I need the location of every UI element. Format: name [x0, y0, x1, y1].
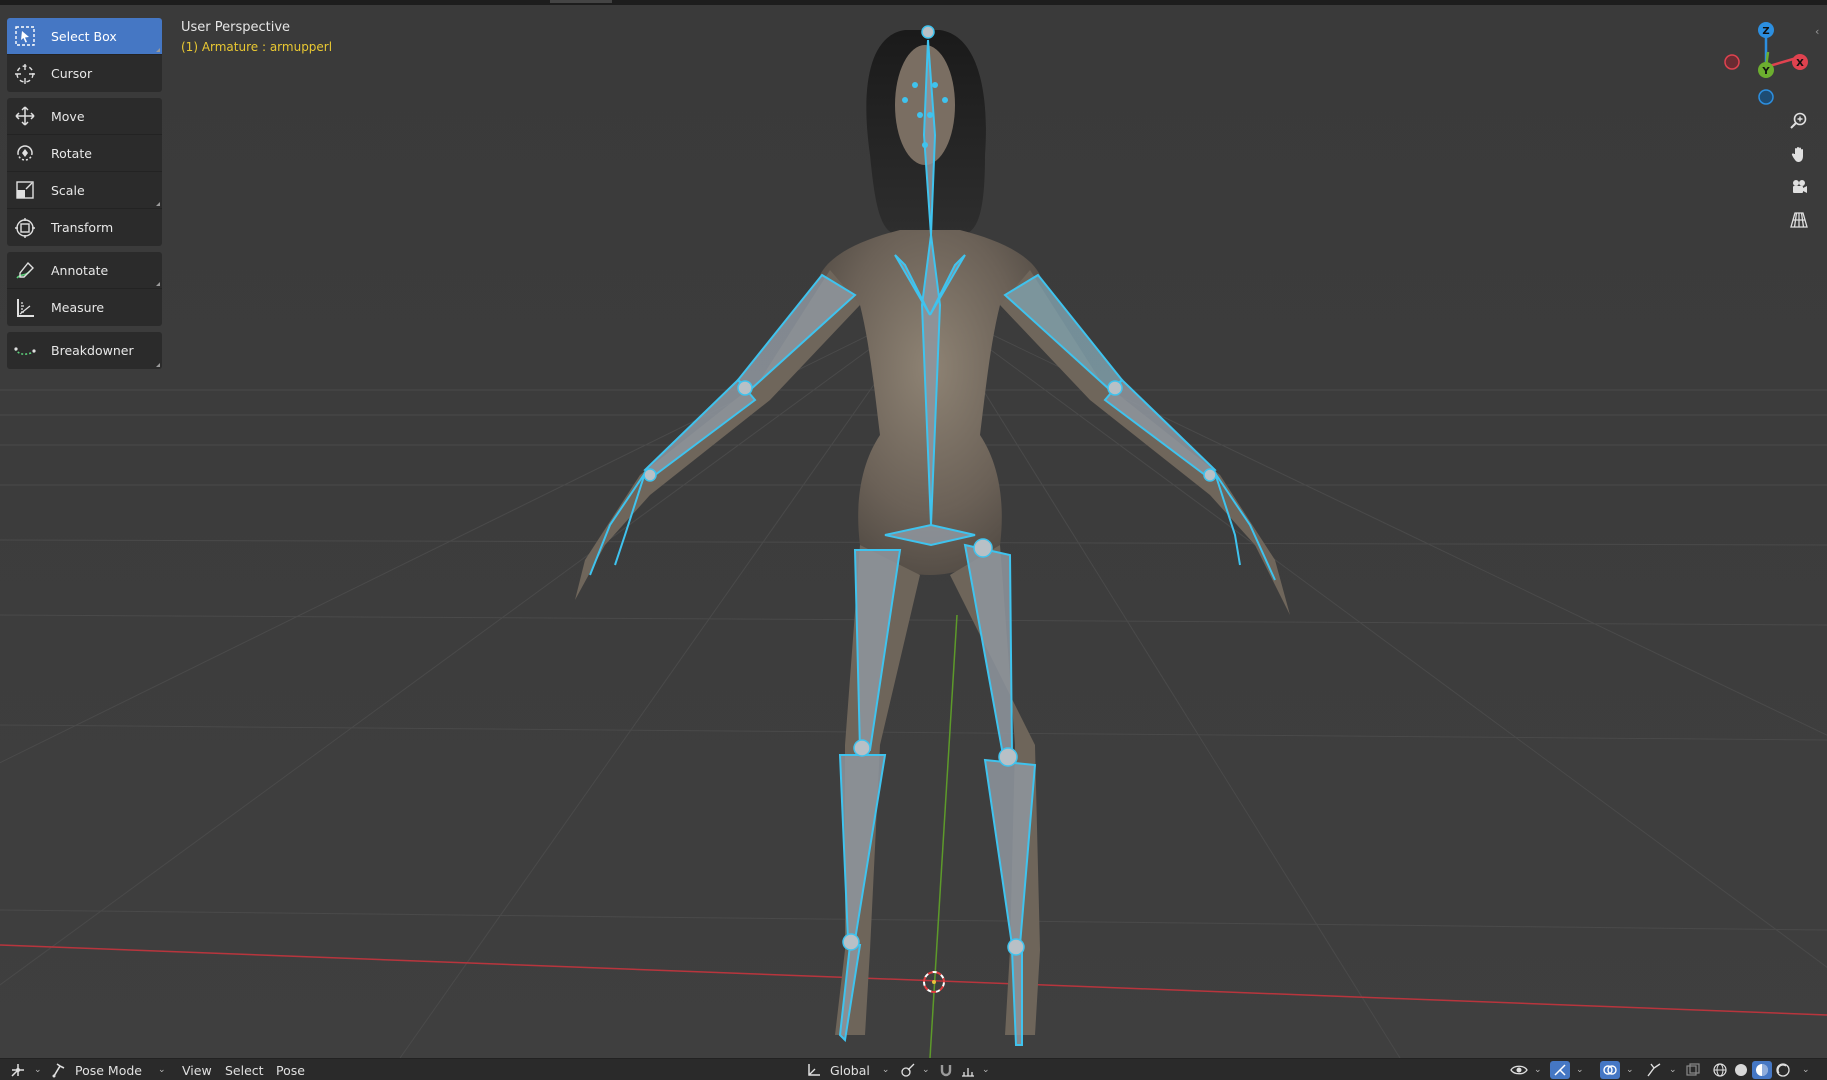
shading-rendered[interactable] [1775, 1059, 1791, 1080]
tool-label: Cursor [51, 66, 93, 81]
scene-canvas[interactable] [0, 5, 1827, 1058]
chevron-down-icon: ⌄ [922, 1065, 930, 1075]
overlays-icon [1603, 1065, 1617, 1075]
transform-orientation-selector[interactable]: Global ⌄ [806, 1059, 889, 1080]
3d-viewport[interactable]: User Perspective (1) Armature : armupper… [0, 5, 1827, 1058]
tool-scale[interactable]: Scale [7, 172, 162, 209]
select-box-icon [7, 18, 43, 55]
chevron-down-icon: ⌄ [1802, 1065, 1810, 1075]
chevron-down-icon: ⌄ [982, 1065, 990, 1075]
menu-view[interactable]: View [182, 1059, 212, 1080]
grid-perspective-icon [1790, 212, 1808, 228]
overlays-toggle[interactable]: ⌄ [1600, 1059, 1634, 1080]
chevron-down-icon: ⌄ [1534, 1065, 1542, 1075]
tool-select-box[interactable]: Select Box [7, 18, 162, 55]
svg-text:X: X [1796, 58, 1804, 69]
viewport-title: User Perspective [181, 20, 291, 35]
tool-rotate[interactable]: Rotate [7, 135, 162, 172]
chevron-down-icon: ⌄ [881, 1065, 890, 1075]
pan-button[interactable] [1785, 140, 1813, 168]
breakdowner-icon [7, 332, 43, 369]
svg-text:Y: Y [1761, 66, 1770, 77]
tool-label: Measure [51, 300, 105, 315]
shading-material[interactable] [1752, 1059, 1772, 1080]
tool-transform[interactable]: Transform [7, 209, 162, 246]
pivot-icon [901, 1063, 915, 1077]
tool-cursor[interactable]: Cursor [7, 55, 162, 92]
3d-viewport-icon [11, 1064, 24, 1077]
hand-icon [1791, 147, 1803, 162]
solid-sphere-icon [1735, 1064, 1747, 1076]
cursor-icon [7, 55, 43, 92]
move-icon [7, 98, 43, 135]
zoom-button[interactable] [1785, 107, 1813, 135]
tool-label: Rotate [51, 145, 92, 161]
visibility-selector[interactable]: ⌄ [1510, 1059, 1542, 1080]
rendered-sphere-icon [1776, 1063, 1790, 1077]
chevron-down-icon: ⌄ [1669, 1065, 1677, 1075]
active-object-label: (1) Armature : armupperl [181, 40, 333, 54]
tool-label: Transform [51, 220, 114, 235]
chevron-down-icon: ⌄ [1626, 1065, 1634, 1075]
wireframe-sphere-icon [1713, 1063, 1727, 1077]
mode-selector[interactable]: Pose Mode ⌄ [50, 1059, 166, 1080]
chevron-down-icon: ⌄ [157, 1065, 166, 1075]
gizmo-neg-z[interactable] [1758, 89, 1774, 105]
shading-options[interactable]: ⌄ [1796, 1059, 1810, 1080]
camera-icon [1793, 180, 1807, 193]
mode-label: Pose Mode [75, 1062, 142, 1078]
menu-pose[interactable]: Pose [276, 1059, 305, 1080]
perspective-toggle-button[interactable] [1785, 206, 1813, 234]
shading-solid[interactable] [1733, 1059, 1749, 1080]
sidebar-toggle-icon[interactable]: ‹ [1815, 25, 1819, 38]
gizmo-neg-x[interactable] [1724, 54, 1740, 70]
camera-view-button[interactable] [1785, 173, 1813, 201]
tool-label: Scale [51, 182, 85, 198]
editor-type-selector[interactable]: ⌄ [10, 1059, 42, 1080]
zoom-icon [1790, 112, 1807, 129]
tool-move[interactable]: Move [7, 98, 162, 135]
orientation-icon [808, 1064, 820, 1076]
material-sphere-icon [1756, 1064, 1768, 1076]
tool-label: Select Box [51, 28, 117, 44]
gizmo-toggle[interactable]: ⌄ [1550, 1059, 1584, 1080]
scale-icon [7, 172, 43, 209]
snap-toggle[interactable] [938, 1059, 954, 1080]
shading-wireframe[interactable] [1712, 1059, 1728, 1080]
measure-icon [7, 289, 43, 326]
xray-toggle[interactable]: ⌄ [1645, 1059, 1677, 1080]
tool-label: Move [51, 108, 85, 124]
tool-label: Annotate [51, 262, 109, 278]
tool-shelf: Select Box Cursor Move Rotate Scale Tran… [7, 18, 162, 369]
snap-target-selector[interactable]: ⌄ [960, 1059, 990, 1080]
orientation-label: Global [830, 1062, 870, 1078]
area-drag-handle[interactable] [550, 0, 612, 3]
toggle-xray-button[interactable] [1685, 1059, 1701, 1080]
tool-label: Breakdowner [51, 343, 134, 358]
transform-icon [7, 209, 43, 246]
tool-breakdowner[interactable]: Breakdowner [7, 332, 162, 369]
rotate-icon [7, 135, 43, 172]
annotate-icon [7, 252, 43, 289]
xray-icon [1686, 1063, 1700, 1076]
bone-display-icon [1647, 1063, 1661, 1077]
pose-mode-icon [52, 1063, 65, 1078]
tool-measure[interactable]: Measure [7, 289, 162, 326]
tool-annotate[interactable]: Annotate [7, 252, 162, 289]
navigation-gizmo[interactable]: Z X Y [1720, 17, 1812, 109]
chevron-down-icon: ⌄ [34, 1065, 42, 1075]
menu-select[interactable]: Select [225, 1059, 264, 1080]
svg-text:Z: Z [1762, 26, 1769, 37]
eye-icon [1510, 1065, 1528, 1075]
magnet-icon [940, 1065, 952, 1077]
viewport-header: ⌄ Pose Mode ⌄ View Select Pose Global ⌄ … [0, 1058, 1827, 1080]
snap-increment-icon [962, 1068, 974, 1077]
pivot-point-selector[interactable]: ⌄ [900, 1059, 930, 1080]
blender-window: User Perspective (1) Armature : armupper… [0, 0, 1827, 1080]
chevron-down-icon: ⌄ [1576, 1065, 1584, 1075]
gizmo-icon [1554, 1064, 1566, 1076]
